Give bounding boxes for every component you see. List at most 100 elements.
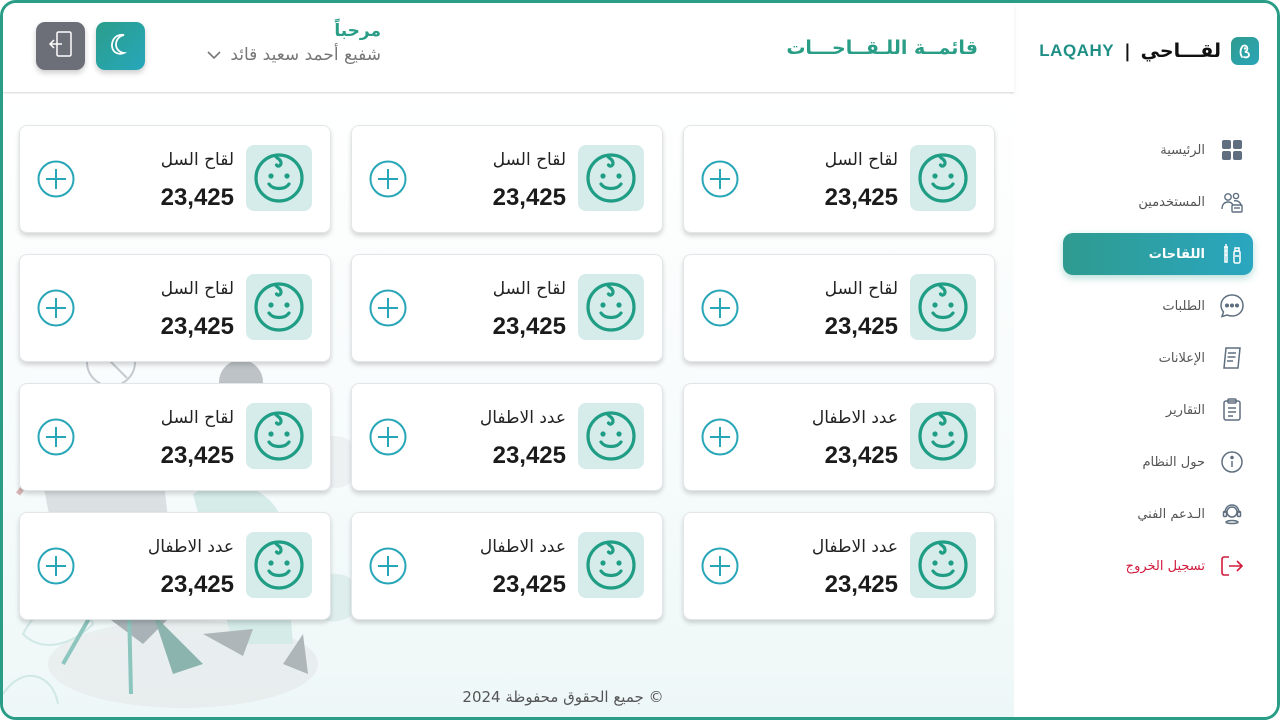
add-button[interactable] (700, 159, 740, 199)
baby-face-icon (910, 145, 976, 211)
card-value: 23,425 (492, 184, 566, 211)
card-title: عدد الاطفال (479, 408, 566, 428)
sidebar-item-label: المستخدمين (1138, 194, 1205, 210)
card-title: عدد الاطفال (811, 408, 898, 428)
plus-circle-icon (700, 160, 740, 203)
baby-face-icon (910, 532, 976, 598)
baby-face-icon (910, 274, 976, 340)
card-title: لقاح السل (824, 279, 898, 299)
card-title: عدد الاطفال (147, 537, 234, 557)
card-title: لقاح السل (160, 279, 234, 299)
baby-face-icon (246, 532, 312, 598)
vaccine-card: لقاح السل 23,425 (351, 254, 663, 362)
welcome-text: مرحباً (334, 21, 381, 41)
add-button[interactable] (368, 288, 408, 328)
brand-separator: | (1124, 40, 1131, 62)
sidebar-item-requests[interactable]: الطلبات (1063, 285, 1253, 327)
card-value: 23,425 (824, 442, 898, 469)
logout-icon (1219, 553, 1245, 579)
card-value: 23,425 (160, 313, 234, 340)
card-value: 23,425 (492, 313, 566, 340)
sidebar-item-home[interactable]: الرئيسية (1063, 129, 1253, 171)
plus-circle-icon (368, 160, 408, 203)
card-value: 23,425 (824, 571, 898, 598)
logo-icon (1231, 37, 1259, 65)
sidebar-item-label: تسجيل الخروج (1125, 558, 1205, 574)
plus-circle-icon (700, 547, 740, 590)
exit-button[interactable] (36, 22, 85, 70)
sidebar-item-label: الطلبات (1162, 298, 1205, 314)
card-title: لقاح السل (824, 150, 898, 170)
add-button[interactable] (700, 546, 740, 586)
plus-circle-icon (36, 289, 76, 332)
add-button[interactable] (368, 546, 408, 586)
sidebar-item-label: الرئيسية (1160, 142, 1205, 158)
add-button[interactable] (700, 288, 740, 328)
add-button[interactable] (368, 417, 408, 457)
user-menu[interactable]: مرحباً شفيع أحمد سعيد قائد (171, 21, 381, 65)
plus-circle-icon (36, 160, 76, 203)
add-button[interactable] (700, 417, 740, 457)
card-value: 23,425 (160, 571, 234, 598)
card-title: لقاح السل (160, 150, 234, 170)
chevron-down-icon[interactable] (206, 46, 222, 65)
baby-face-icon (910, 403, 976, 469)
dark-mode-button[interactable] (96, 22, 145, 70)
add-button[interactable] (36, 288, 76, 328)
card-title: لقاح السل (492, 279, 566, 299)
vaccine-card: عدد الاطفال 23,425 (19, 512, 331, 620)
sidebar-item-vaccines[interactable]: اللقاحات (1063, 233, 1253, 275)
vaccine-icon (1219, 241, 1245, 267)
sidebar-item-users[interactable]: المستخدمين (1063, 181, 1253, 223)
brand-name-english: LAQAHY (1039, 41, 1115, 60)
brand: لقـــاحي | LAQAHY (1039, 35, 1259, 67)
chat-icon (1219, 293, 1245, 319)
card-value: 23,425 (492, 442, 566, 469)
vaccine-card: عدد الاطفال 23,425 (351, 512, 663, 620)
plus-circle-icon (368, 418, 408, 461)
plus-circle-icon (700, 289, 740, 332)
footer-copyright: جميع الحقوق محفوظة 2024 © (462, 688, 664, 706)
app-frame: لقـــاحي | LAQAHY الرئيسية المستخدمين ال… (0, 0, 1280, 720)
baby-face-icon (578, 274, 644, 340)
sidebar-item-label: الـدعم الفني (1137, 506, 1205, 522)
sidebar-item-reports[interactable]: التقارير (1063, 389, 1253, 431)
exit-icon (48, 30, 74, 62)
card-value: 23,425 (492, 571, 566, 598)
plus-circle-icon (36, 418, 76, 461)
baby-face-icon (246, 274, 312, 340)
sidebar-item-label: الإعلانات (1158, 350, 1205, 366)
card-value: 23,425 (160, 184, 234, 211)
moon-icon (109, 32, 133, 60)
card-value: 23,425 (160, 442, 234, 469)
baby-face-icon (578, 532, 644, 598)
grid-icon (1219, 137, 1245, 163)
add-button[interactable] (368, 159, 408, 199)
card-title: لقاح السل (160, 408, 234, 428)
plus-circle-icon (368, 289, 408, 332)
card-title: لقاح السل (492, 150, 566, 170)
sidebar-item-support[interactable]: الـدعم الفني (1063, 493, 1253, 535)
user-name: شفيع أحمد سعيد قائد (230, 45, 381, 65)
baby-face-icon (246, 403, 312, 469)
add-button[interactable] (36, 159, 76, 199)
sidebar-item-announcements[interactable]: الإعلانات (1063, 337, 1253, 379)
vaccine-card: لقاح السل 23,425 (19, 254, 331, 362)
card-title: عدد الاطفال (479, 537, 566, 557)
vaccine-card: لقاح السل 23,425 (351, 125, 663, 233)
main-content: لقاح السل 23,425 لقاح السل 23,425 لقاح السل 2… (3, 94, 1014, 717)
vaccine-card: لقاح السل 23,425 (19, 125, 331, 233)
vaccine-card: لقاح السل 23,425 (19, 383, 331, 491)
clipboard-icon (1219, 397, 1245, 423)
vaccine-card: عدد الاطفال 23,425 (351, 383, 663, 491)
vaccine-card: عدد الاطفال 23,425 (683, 383, 995, 491)
add-button[interactable] (36, 546, 76, 586)
baby-face-icon (246, 145, 312, 211)
vaccine-card: لقاح السل 23,425 (683, 125, 995, 233)
top-header: قائمــة اللـقــاحـــات مرحباً شفيع أحمد … (3, 3, 1014, 93)
sidebar-item-about[interactable]: حول النظام (1063, 441, 1253, 483)
brand-name-arabic: لقـــاحي (1140, 40, 1221, 62)
vaccine-card: عدد الاطفال 23,425 (683, 512, 995, 620)
sidebar-item-logout[interactable]: تسجيل الخروج (1063, 545, 1253, 587)
add-button[interactable] (36, 417, 76, 457)
